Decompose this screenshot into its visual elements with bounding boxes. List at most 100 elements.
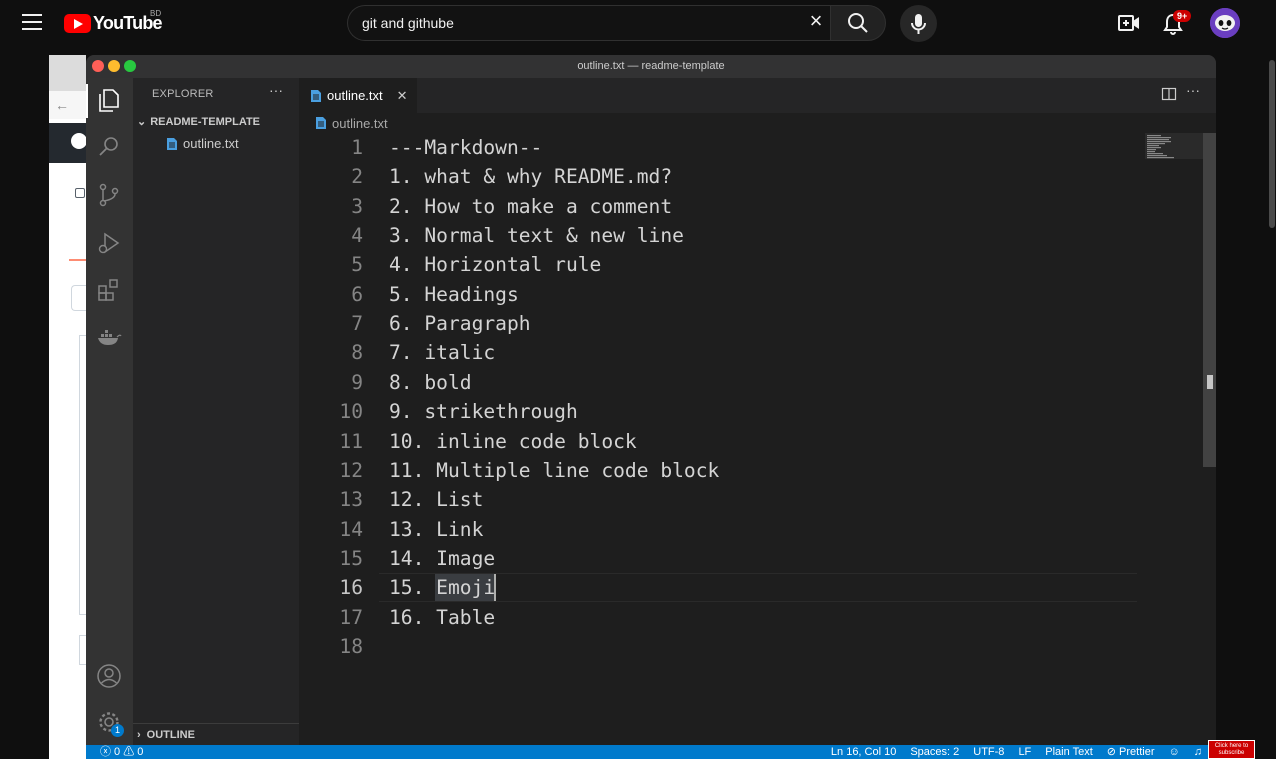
explorer-files-icon[interactable] bbox=[96, 87, 122, 113]
editor-tabs: outline.txt ✕ ··· bbox=[299, 78, 1216, 113]
minimap[interactable] bbox=[1145, 133, 1205, 193]
code-line[interactable]: 12. List bbox=[389, 485, 483, 514]
notifications-icon[interactable]: ♫ bbox=[1194, 745, 1202, 759]
line-number: 5 bbox=[351, 253, 363, 276]
country-code: BD bbox=[150, 9, 162, 18]
code-line[interactable]: 13. Link bbox=[389, 515, 483, 544]
settings-update-badge: 1 bbox=[111, 724, 124, 737]
active-indicator bbox=[86, 84, 88, 118]
notification-count-badge: 9+ bbox=[1173, 10, 1192, 22]
line-number: 17 bbox=[339, 606, 363, 629]
background-browser-page: ← bbox=[49, 55, 87, 759]
code-line[interactable]: 1. what & why README.md? bbox=[389, 162, 672, 191]
youtube-logo[interactable]: YouTube bbox=[64, 12, 163, 34]
create-video-icon[interactable] bbox=[1117, 12, 1141, 34]
code-line[interactable]: 3. Normal text & new line bbox=[389, 221, 684, 250]
line-number: 18 bbox=[339, 635, 363, 658]
line-number: 13 bbox=[339, 488, 363, 511]
folder-label: README-TEMPLATE bbox=[150, 116, 261, 128]
search-input[interactable]: git and githube bbox=[347, 5, 840, 41]
line-number: 6 bbox=[351, 283, 363, 306]
youtube-play-icon bbox=[64, 13, 91, 33]
explorer-sidebar: EXPLORER ··· ⌄ README-TEMPLATE outline.tx… bbox=[133, 78, 299, 745]
line-number: 9 bbox=[351, 371, 363, 394]
prettier-status[interactable]: ⊘ Prettier bbox=[1107, 745, 1155, 759]
user-avatar[interactable] bbox=[1210, 8, 1240, 38]
file-item-outline[interactable]: outline.txt bbox=[167, 136, 239, 151]
breadcrumb-file: outline.txt bbox=[332, 115, 388, 131]
code-line[interactable]: 7. italic bbox=[389, 338, 495, 367]
line-number: 15 bbox=[339, 547, 363, 570]
indentation[interactable]: Spaces: 2 bbox=[910, 745, 959, 759]
code-line[interactable]: 14. Image bbox=[389, 544, 495, 573]
title-bar: outline.txt — readme-template bbox=[86, 55, 1216, 78]
code-line[interactable]: 5. Headings bbox=[389, 280, 519, 309]
source-control-icon[interactable] bbox=[96, 182, 122, 208]
menu-icon[interactable] bbox=[22, 14, 42, 32]
editor-scrollbar-thumb[interactable] bbox=[1203, 133, 1216, 467]
search-query: git and githube bbox=[362, 15, 454, 31]
extensions-icon[interactable] bbox=[96, 277, 122, 303]
github-logo-icon bbox=[71, 133, 87, 149]
explorer-title: EXPLORER bbox=[152, 88, 214, 100]
text-cursor bbox=[494, 574, 496, 601]
line-number: 7 bbox=[351, 312, 363, 335]
tab-outline-txt[interactable]: outline.txt ✕ bbox=[299, 78, 417, 113]
chevron-right-icon: › bbox=[137, 729, 141, 741]
outline-label: OUTLINE bbox=[146, 729, 195, 741]
status-bar: ⓧ 0 ⚠ 0 Ln 16, Col 10 Spaces: 2 UTF-8 LF… bbox=[86, 745, 1216, 759]
text-file-icon bbox=[311, 89, 321, 102]
voice-search-button[interactable] bbox=[900, 5, 937, 42]
chevron-down-icon: ⌄ bbox=[137, 116, 147, 128]
repo-icon bbox=[75, 188, 85, 198]
folder-readme-template[interactable]: ⌄ README-TEMPLATE bbox=[137, 115, 260, 128]
split-editor-icon[interactable] bbox=[1161, 86, 1177, 102]
back-arrow-icon[interactable]: ← bbox=[55, 97, 69, 113]
encoding[interactable]: UTF-8 bbox=[973, 745, 1004, 759]
end-of-line[interactable]: LF bbox=[1018, 745, 1031, 759]
code-line[interactable]: 15. Emoji bbox=[389, 573, 495, 602]
close-tab-icon[interactable]: ✕ bbox=[397, 88, 408, 104]
tab-label: outline.txt bbox=[327, 88, 383, 103]
run-and-debug-icon[interactable] bbox=[96, 230, 122, 256]
file-label: outline.txt bbox=[183, 136, 239, 151]
avatar-image bbox=[1210, 8, 1240, 38]
text-file-icon bbox=[316, 117, 326, 129]
language-mode[interactable]: Plain Text bbox=[1045, 745, 1093, 759]
cursor-position[interactable]: Ln 16, Col 10 bbox=[831, 745, 896, 759]
line-number: 3 bbox=[351, 195, 363, 218]
problems-indicator[interactable]: ⓧ 0 ⚠ 0 bbox=[100, 745, 143, 759]
code-line[interactable]: 11. Multiple line code block bbox=[389, 456, 719, 485]
line-number: 8 bbox=[351, 341, 363, 364]
search-icon bbox=[848, 13, 868, 33]
breadcrumb[interactable]: outline.txt bbox=[316, 113, 388, 133]
youtube-header: YouTube BD git and githube × 9+ bbox=[0, 0, 1276, 48]
clear-search-icon[interactable]: × bbox=[805, 10, 827, 32]
code-line[interactable]: ---Markdown-- bbox=[389, 133, 542, 162]
code-editor[interactable]: 1 ---Markdown-- 2 1. what & why README.md? 3… bbox=[299, 133, 1216, 745]
code-line[interactable]: 9. strikethrough bbox=[389, 397, 578, 426]
code-line[interactable]: 6. Paragraph bbox=[389, 309, 531, 338]
outline-section[interactable]: › OUTLINE bbox=[133, 723, 299, 745]
scroll-cursor-marker bbox=[1207, 375, 1213, 389]
search-icon[interactable] bbox=[96, 134, 122, 160]
search-button[interactable] bbox=[830, 5, 886, 41]
page-scrollbar-thumb[interactable] bbox=[1269, 60, 1275, 228]
code-line[interactable]: 4. Horizontal rule bbox=[389, 250, 601, 279]
accounts-icon[interactable] bbox=[96, 663, 122, 689]
editor-more-actions-icon[interactable]: ··· bbox=[1186, 82, 1200, 98]
line-number: 16 bbox=[339, 576, 363, 599]
feedback-icon[interactable]: ☺ bbox=[1169, 745, 1180, 759]
explorer-more-actions-icon[interactable]: ··· bbox=[269, 82, 283, 98]
docker-icon[interactable] bbox=[96, 324, 122, 350]
code-line[interactable]: 16. Table bbox=[389, 603, 495, 632]
line-number: 2 bbox=[351, 165, 363, 188]
line-number: 11 bbox=[339, 430, 363, 453]
line-number: 14 bbox=[339, 518, 363, 541]
line-number: 10 bbox=[339, 400, 363, 423]
code-line[interactable]: 10. inline code block bbox=[389, 427, 637, 456]
activity-bar: 1 bbox=[86, 78, 133, 745]
code-line[interactable]: 2. How to make a comment bbox=[389, 192, 672, 221]
code-line[interactable]: 8. bold bbox=[389, 368, 472, 397]
subscribe-watermark[interactable]: Click here to subscribe bbox=[1208, 740, 1255, 759]
